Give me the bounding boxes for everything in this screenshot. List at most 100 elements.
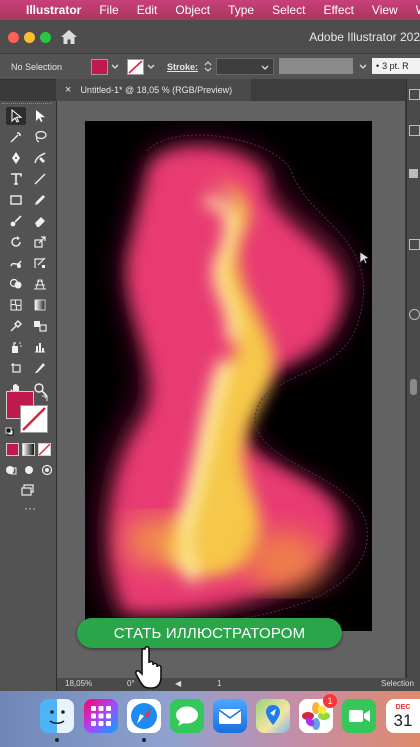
draw-normal-icon[interactable]: [3, 461, 19, 479]
status-mode: Selection: [381, 679, 414, 688]
warp-tool-icon[interactable]: [6, 254, 26, 272]
menu-select[interactable]: Select: [272, 3, 305, 17]
gradient-tool-icon[interactable]: [30, 296, 50, 314]
menu-window[interactable]: W: [416, 3, 420, 17]
panel-appearance-icon[interactable]: [409, 309, 420, 320]
type-tool-icon[interactable]: [6, 170, 26, 188]
fill-dropdown-chevron-icon[interactable]: [110, 60, 120, 72]
document-tab[interactable]: × Untitled-1* @ 18,05 % (RGB/Preview): [56, 79, 251, 101]
artboard-tool-icon[interactable]: [6, 359, 26, 377]
eraser-tool-icon[interactable]: [30, 212, 50, 230]
menu-view[interactable]: View: [372, 3, 398, 17]
mouse-pointer-icon: [359, 251, 371, 265]
stroke-weight-input[interactable]: [216, 58, 274, 75]
mail-icon[interactable]: [213, 699, 247, 733]
brush-definition-field[interactable]: • 3 pt. R: [372, 58, 420, 74]
calendar-icon[interactable]: DEC 31: [386, 699, 420, 733]
menu-file[interactable]: File: [99, 3, 118, 17]
screen-mode-icon[interactable]: [18, 481, 38, 499]
curvature-tool-icon[interactable]: [30, 149, 50, 167]
pen-tool-icon[interactable]: [6, 149, 26, 167]
document-tab-title: Untitled-1* @ 18,05 % (RGB/Preview): [80, 85, 233, 95]
close-window-button[interactable]: [8, 32, 19, 43]
lasso-tool-icon[interactable]: [30, 128, 50, 146]
rectangle-tool-icon[interactable]: [6, 191, 26, 209]
zoom-window-button[interactable]: [40, 32, 51, 43]
direct-selection-tool-icon[interactable]: [30, 107, 50, 125]
gradient-mode-button[interactable]: [22, 443, 35, 456]
profile-dropdown-chevron-icon[interactable]: [358, 60, 368, 72]
menu-object[interactable]: Object: [175, 3, 210, 17]
panel-properties-icon[interactable]: [409, 89, 420, 100]
fill-swatch[interactable]: [91, 59, 108, 75]
finder-icon[interactable]: [40, 699, 74, 733]
window-title: Adobe Illustrator 202: [309, 30, 420, 44]
maps-icon[interactable]: [256, 699, 290, 733]
messages-icon[interactable]: [170, 699, 204, 733]
panel-layers-icon[interactable]: [409, 125, 420, 136]
brush-definition-value: 3 pt. R: [382, 61, 409, 71]
menu-app-name[interactable]: Illustrator: [26, 3, 81, 17]
selection-tool-icon[interactable]: [6, 107, 26, 125]
menu-effect[interactable]: Effect: [323, 3, 353, 17]
tab-close-icon[interactable]: ×: [65, 84, 71, 96]
become-illustrator-button[interactable]: СТАТЬ ИЛЛЮСТРАТОРОМ: [77, 618, 342, 648]
panel-libraries-icon[interactable]: [409, 169, 418, 178]
shape-builder-tool-icon[interactable]: [6, 275, 26, 293]
gradient-artwork: [96, 134, 368, 627]
column-graph-tool-icon[interactable]: [30, 338, 50, 356]
vertical-scrollbar-thumb[interactable]: [410, 379, 417, 395]
none-mode-button[interactable]: [38, 443, 51, 456]
stroke-swatch-none[interactable]: [127, 59, 144, 75]
free-transform-tool-icon[interactable]: [30, 254, 50, 272]
draw-inside-icon[interactable]: [39, 461, 55, 479]
finder-running-indicator: [55, 738, 59, 742]
variable-width-profile[interactable]: [279, 58, 353, 74]
magic-wand-tool-icon[interactable]: [6, 128, 26, 146]
default-fill-stroke-icon[interactable]: [5, 423, 14, 436]
symbol-sprayer-tool-icon[interactable]: [6, 338, 26, 356]
pencil-tool-icon[interactable]: [30, 191, 50, 209]
stroke-color-swatch[interactable]: [20, 405, 48, 433]
right-panel-dock: [406, 79, 420, 691]
hand-cursor-icon: [133, 645, 171, 691]
zoom-level[interactable]: 18,05%: [65, 679, 92, 688]
menu-edit[interactable]: Edit: [137, 3, 158, 17]
blend-tool-icon[interactable]: [30, 317, 50, 335]
perspective-grid-tool-icon[interactable]: [30, 275, 50, 293]
eyedropper-tool-icon[interactable]: [6, 317, 26, 335]
line-segment-tool-icon[interactable]: [30, 170, 50, 188]
safari-icon[interactable]: [127, 699, 161, 733]
menu-bar: Illustrator File Edit Object Type Select…: [0, 0, 420, 20]
rotate-tool-icon[interactable]: [6, 233, 26, 251]
paintbrush-tool-icon[interactable]: [6, 212, 26, 230]
canvas-area[interactable]: [57, 101, 405, 680]
bullet-dot-icon: •: [376, 61, 380, 71]
scale-tool-icon[interactable]: [30, 233, 50, 251]
control-bar: No Selection Stroke: • 3 pt. R: [0, 53, 420, 80]
color-mode-button[interactable]: [6, 443, 19, 456]
swap-fill-stroke-icon[interactable]: [40, 390, 50, 401]
title-bar: Adobe Illustrator 202: [0, 20, 420, 53]
notification-badge: 1: [323, 694, 337, 708]
artboard-number[interactable]: 1: [217, 679, 221, 688]
launchpad-icon[interactable]: [84, 699, 118, 733]
stroke-dropdown-chevron-icon[interactable]: [146, 60, 156, 72]
prev-artboard-icon[interactable]: ◀: [175, 679, 181, 688]
calendar-day: 31: [393, 710, 413, 730]
home-icon[interactable]: [60, 29, 78, 45]
stroke-weight-stepper-icon[interactable]: [203, 59, 213, 74]
dock: 1 DEC 31: [0, 691, 420, 747]
minimize-window-button[interactable]: [24, 32, 35, 43]
safari-running-indicator: [142, 738, 146, 742]
artboard[interactable]: [85, 121, 372, 631]
slice-tool-icon[interactable]: [30, 359, 50, 377]
mesh-tool-icon[interactable]: [6, 296, 26, 314]
panel-swatches-icon[interactable]: [409, 239, 420, 250]
facetime-icon[interactable]: [342, 699, 376, 733]
draw-behind-icon[interactable]: [21, 461, 37, 479]
edit-toolbar-more-icon[interactable]: ···: [20, 502, 40, 515]
menu-type[interactable]: Type: [228, 3, 254, 17]
document-tab-bar: × Untitled-1* @ 18,05 % (RGB/Preview): [56, 79, 406, 101]
stroke-label[interactable]: Stroke:: [167, 54, 198, 79]
